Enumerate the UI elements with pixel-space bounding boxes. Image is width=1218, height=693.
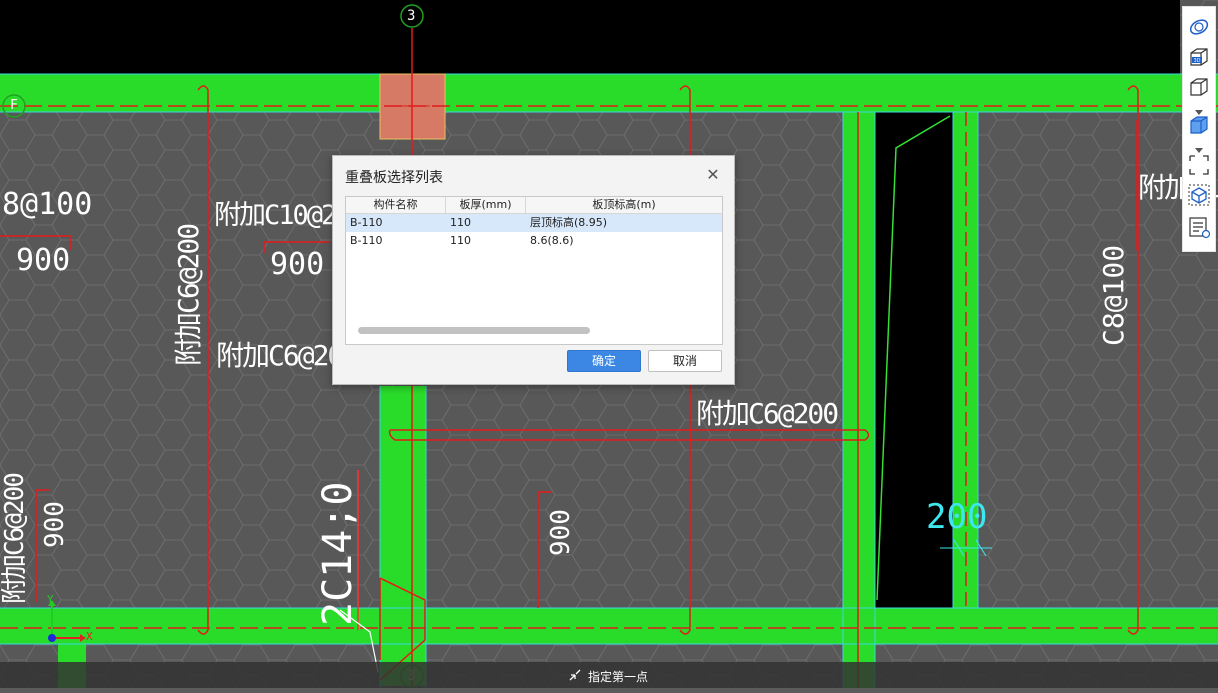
cell-thickness: 110	[450, 234, 471, 247]
axis-label-top: 3	[407, 8, 416, 24]
cell-top-elevation: 层顶标高(8.95)	[530, 216, 608, 229]
cancel-button[interactable]: 取消	[648, 350, 722, 372]
ok-button[interactable]: 确定	[567, 350, 641, 372]
table-row[interactable]: B-110 110 8.6(8.6)	[346, 232, 722, 250]
rebar-annotation: 附加C6@200	[696, 397, 839, 430]
rebar-annotation: 8@100	[2, 187, 93, 222]
horizontal-scrollbar[interactable]	[358, 327, 590, 334]
orbit-icon[interactable]	[1187, 15, 1211, 39]
select-region-icon[interactable]	[1187, 153, 1211, 177]
column-header-thickness[interactable]: 板厚(mm)	[446, 197, 526, 213]
cell-name: B-110	[350, 216, 383, 229]
dimension-annotation: 200	[926, 497, 988, 537]
cell-thickness: 110	[450, 216, 471, 229]
property-icon[interactable]	[1187, 215, 1211, 239]
view-toolbar: 3D	[1182, 6, 1216, 252]
table-header: 构件名称 板厚(mm) 板顶标高(m)	[346, 197, 722, 214]
dimension-annotation: 900	[16, 243, 71, 278]
command-prompt-text: 指定第一点	[588, 670, 649, 684]
chevron-down-icon[interactable]	[1195, 141, 1203, 153]
cell-name: B-110	[350, 234, 383, 247]
dialog-title: 重叠板选择列表	[345, 170, 443, 186]
rebar-annotation-vertical: 附加C6@200	[0, 474, 30, 604]
ucs-y-label: Y	[47, 593, 54, 606]
dimension-annotation-vertical: 900	[40, 501, 70, 548]
column-header-name[interactable]: 构件名称	[346, 197, 446, 213]
dimension-annotation-vertical: 900	[546, 509, 576, 556]
dimension-annotation: 900	[270, 247, 325, 282]
pick-point-icon	[569, 669, 581, 681]
column-header-top-elevation[interactable]: 板顶标高(m)	[526, 197, 722, 213]
cell-top-elevation: 8.6(8.6)	[530, 234, 574, 247]
svg-text:3D: 3D	[1193, 58, 1200, 64]
rebar-annotation-vertical: C8@100	[1097, 244, 1130, 346]
command-prompt-bar: 指定第一点	[0, 662, 1218, 688]
overlap-slab-dialog: 重叠板选择列表 ✕ 构件名称 板厚(mm) 板顶标高(m) B-110 110 …	[332, 155, 735, 385]
rebar-annotation-vertical: 2C14;0	[315, 481, 361, 627]
ucs-x-label: X	[86, 630, 93, 643]
cube-icon[interactable]	[1187, 75, 1211, 99]
close-icon[interactable]: ✕	[705, 167, 721, 183]
view-cube-icon[interactable]	[1187, 183, 1211, 207]
rebar-annotation-vertical: 附加C6@200	[172, 224, 205, 366]
3d-view-icon[interactable]: 3D	[1187, 45, 1211, 69]
slab-table: 构件名称 板厚(mm) 板顶标高(m) B-110 110 层顶标高(8.95)…	[345, 196, 723, 345]
cube-blue-icon[interactable]	[1187, 113, 1211, 137]
axis-label-left: F	[10, 98, 18, 113]
table-row[interactable]: B-110 110 层顶标高(8.95)	[346, 214, 722, 232]
chevron-down-icon[interactable]	[1195, 103, 1203, 115]
